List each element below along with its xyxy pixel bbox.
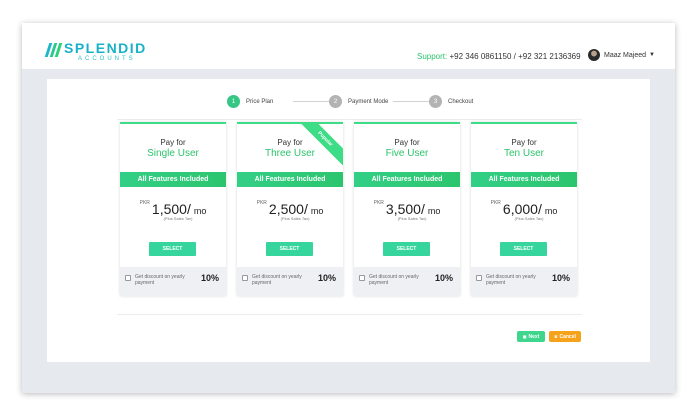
logo[interactable]: SPLENDID ACCOUNTS xyxy=(44,40,147,63)
plan-features-band: All Features Included xyxy=(237,172,343,187)
discount-text: Get discount on yearly payment xyxy=(486,274,536,286)
plan-features-band: All Features Included xyxy=(471,172,577,187)
header: SPLENDID ACCOUNTS Support: +92 346 08611… xyxy=(22,23,675,69)
step-label: Checkout xyxy=(448,98,474,105)
plan-pay-for: Pay for xyxy=(511,138,537,147)
step-connector xyxy=(293,101,329,102)
support-contact: Support: +92 346 0861150 / +92 321 21363… xyxy=(417,52,581,61)
yearly-discount-checkbox[interactable] xyxy=(476,275,482,281)
logo-name: SPLENDID xyxy=(64,40,147,56)
plan-features-band: All Features Included xyxy=(120,172,226,187)
discount-percent: 10% xyxy=(200,273,219,283)
step-checkout[interactable]: 3 Checkout xyxy=(429,95,473,108)
discount-text: Get discount on yearly payment xyxy=(369,274,419,286)
currency-label: PKR xyxy=(373,200,384,206)
plan-name: Ten User xyxy=(503,148,544,159)
user-menu[interactable]: Maaz Majeed ▼ xyxy=(588,49,655,61)
plan-discount: Get discount on yearly payment 10% xyxy=(237,267,343,296)
cancel-button[interactable]: ✖ Cancel xyxy=(549,331,581,342)
plan-features-band: All Features Included xyxy=(354,172,460,187)
tax-note: (Plus Sales Tax) xyxy=(397,216,427,221)
step-payment-mode[interactable]: 2 Payment Mode xyxy=(329,95,388,108)
yearly-discount-checkbox[interactable] xyxy=(125,275,131,281)
avatar xyxy=(588,49,600,61)
logo-mark-icon xyxy=(44,43,63,57)
price-amount: 6,000/ xyxy=(502,201,542,217)
price-period: mo xyxy=(427,206,441,216)
plan-discount: Get discount on yearly payment 10% xyxy=(354,267,460,296)
cancel-icon: ✖ xyxy=(554,334,558,339)
plan-discount: Get discount on yearly payment 10% xyxy=(120,267,226,296)
step-number: 1 xyxy=(227,95,240,108)
tax-note: (Plus Sales Tax) xyxy=(514,216,544,221)
app-frame: SPLENDID ACCOUNTS Support: +92 346 08611… xyxy=(22,23,675,393)
plan-price: PKR 3,500/ mo xyxy=(354,200,460,216)
discount-text: Get discount on yearly payment xyxy=(135,274,185,286)
tax-note: (Plus Sales Tax) xyxy=(163,216,193,221)
stepper: 1 Price Plan 2 Payment Mode 3 Checkout xyxy=(227,95,473,109)
plan-name: Three User xyxy=(264,148,315,159)
plan-card-five-user: Pay for Five User All Features Included … xyxy=(354,122,460,296)
currency-label: PKR xyxy=(256,200,267,206)
step-number: 2 xyxy=(329,95,342,108)
select-button[interactable]: SELECT xyxy=(266,242,313,256)
next-button[interactable]: ▣ Next xyxy=(517,331,545,342)
yearly-discount-checkbox[interactable] xyxy=(242,275,248,281)
plan-discount: Get discount on yearly payment 10% xyxy=(471,267,577,296)
price-period: mo xyxy=(310,206,324,216)
logo-subtitle: ACCOUNTS xyxy=(78,56,136,62)
next-label: Next xyxy=(528,333,540,340)
content-area: 1 Price Plan 2 Payment Mode 3 Checkout P… xyxy=(22,69,675,393)
step-number: 3 xyxy=(429,95,442,108)
step-price-plan[interactable]: 1 Price Plan xyxy=(227,95,273,108)
price-period: mo xyxy=(544,206,558,216)
plan-price: PKR 2,500/ mo xyxy=(237,200,343,216)
select-button[interactable]: SELECT xyxy=(383,242,430,256)
select-button[interactable]: SELECT xyxy=(500,242,547,256)
plan-pay-for: Pay for xyxy=(394,138,420,147)
support-label: Support: xyxy=(417,52,448,61)
discount-text: Get discount on yearly payment xyxy=(252,274,302,286)
plan-name: Single User xyxy=(147,148,199,159)
price-amount: 2,500/ xyxy=(268,201,308,217)
support-numbers: +92 346 0861150 / +92 321 2136369 xyxy=(449,52,581,61)
select-button[interactable]: SELECT xyxy=(149,242,196,256)
plan-card-single-user: Pay for Single User All Features Include… xyxy=(120,122,226,296)
plan-pay-for: Pay for xyxy=(160,138,186,147)
plan-pay-for: Pay for xyxy=(277,138,303,147)
tax-note: (Plus Sales Tax) xyxy=(280,216,310,221)
discount-percent: 10% xyxy=(317,273,336,283)
price-period: mo xyxy=(193,206,207,216)
plan-name: Five User xyxy=(385,148,429,159)
plan-card-three-user: Popular Pay for Three User All Features … xyxy=(237,122,343,296)
currency-label: PKR xyxy=(490,200,501,206)
price-amount: 1,500/ xyxy=(151,201,191,217)
step-connector xyxy=(393,101,429,102)
next-icon: ▣ xyxy=(522,334,527,339)
cancel-label: Cancel xyxy=(559,333,576,340)
discount-percent: 10% xyxy=(434,273,453,283)
user-name: Maaz Majeed xyxy=(604,51,647,59)
currency-label: PKR xyxy=(139,200,150,206)
divider xyxy=(117,119,582,120)
step-label: Payment Mode xyxy=(348,98,389,105)
plan-card-ten-user: Pay for Ten User All Features Included P… xyxy=(471,122,577,296)
pricing-panel: 1 Price Plan 2 Payment Mode 3 Checkout P… xyxy=(47,79,650,362)
yearly-discount-checkbox[interactable] xyxy=(359,275,365,281)
price-amount: 3,500/ xyxy=(385,201,425,217)
plan-price: PKR 6,000/ mo xyxy=(471,200,577,216)
plan-price: PKR 1,500/ mo xyxy=(120,200,226,216)
divider xyxy=(117,314,582,315)
step-label: Price Plan xyxy=(246,98,274,105)
discount-percent: 10% xyxy=(551,273,570,283)
caret-down-icon: ▼ xyxy=(649,52,655,58)
